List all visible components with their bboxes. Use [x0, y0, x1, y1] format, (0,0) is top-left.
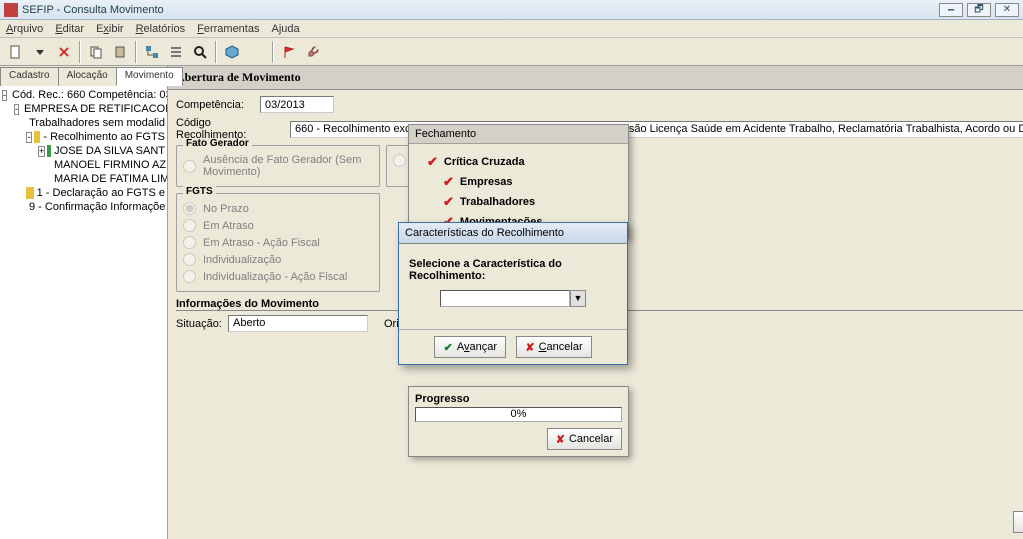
tab-cadastro[interactable]: Cadastro [0, 67, 59, 86]
fgts-em-atraso-radio [183, 219, 196, 232]
fato-opt2-radio [393, 154, 406, 167]
down-icon[interactable] [29, 41, 51, 63]
tree-expander[interactable]: - [14, 104, 19, 115]
progress-panel: Progresso 0% ✘Cancelar [408, 386, 629, 457]
tree-decl[interactable]: 1 - Declaração ao FGTS e [37, 187, 165, 199]
fgts-no-prazo-radio [183, 202, 196, 215]
delete-icon[interactable] [53, 41, 75, 63]
x-icon: ✘ [525, 341, 534, 354]
caracteristicas-dialog: Características do Recolhimento Selecion… [398, 222, 628, 365]
menu-editar[interactable]: Editar [55, 23, 84, 35]
menu-exibir[interactable]: Exibir [96, 23, 124, 35]
window-title: SEFIP - Consulta Movimento [22, 4, 935, 16]
fato-title: Fato Gerador [183, 138, 252, 149]
tab-alocacao[interactable]: Alocação [58, 67, 117, 86]
fgts-o2: Em Atraso [203, 220, 254, 232]
copy-icon[interactable] [85, 41, 107, 63]
fato-opt1-label: Ausência de Fato Gerador (Sem Movimento) [203, 154, 373, 178]
tree-rec-fgts[interactable]: - Recolhimento ao FGTS [43, 131, 165, 143]
check-icon: ✔ [444, 341, 453, 354]
app-icon [4, 3, 18, 17]
tree-trab-sem[interactable]: Trabalhadores sem modalid [29, 117, 165, 129]
tree-worker[interactable]: MANOEL FIRMINO AZ [54, 159, 166, 171]
dialog-title: Características do Recolhimento [399, 223, 627, 244]
fgts-o4: Individualização [203, 254, 281, 266]
menu-relatorios[interactable]: Relatórios [136, 23, 186, 35]
flag-icon[interactable] [278, 41, 300, 63]
dialog-prompt: Selecione a Característica do Recolhimen… [409, 258, 617, 282]
titlebar: SEFIP - Consulta Movimento 🗕 🗗 ✕ [0, 0, 1023, 20]
novo-button[interactable]: 🗋Novo [1013, 511, 1023, 533]
minimize-button[interactable]: 🗕 [939, 3, 963, 17]
tree-empresa[interactable]: EMPRESA DE RETIFICACOES [24, 103, 167, 115]
fgts-individ-radio [183, 253, 196, 266]
list-icon[interactable] [165, 41, 187, 63]
check-icon: ✔ [443, 174, 454, 190]
paste-icon[interactable] [109, 41, 131, 63]
fech-trab: Trabalhadores [460, 196, 535, 208]
caracteristica-select[interactable] [440, 290, 570, 307]
situacao-value: Aberto [228, 315, 368, 332]
sidebar: Cadastro Alocação Movimento -Cód. Rec.: … [0, 66, 168, 539]
progress-bar: 0% [415, 407, 622, 422]
menu-ajuda[interactable]: Ajuda [271, 23, 299, 35]
tree-expander[interactable]: - [26, 132, 32, 143]
tab-movimento[interactable]: Movimento [116, 67, 183, 86]
fech-critica: Crítica Cruzada [444, 156, 525, 168]
competencia-input[interactable] [260, 96, 334, 113]
fgts-title: FGTS [183, 186, 216, 197]
page-header: Abertura de Movimento [168, 66, 1023, 90]
tree-expander[interactable]: + [38, 146, 45, 157]
tree-icon[interactable] [141, 41, 163, 63]
competencia-label: Competência: [176, 99, 254, 111]
check-icon: ✔ [427, 154, 438, 170]
toolbar [0, 38, 1023, 66]
fgts-o5: Individualização - Ação Fiscal [203, 271, 347, 283]
tree-worker[interactable]: MARIA DE FATIMA LIM [54, 173, 167, 185]
fato-opt1-radio [183, 160, 196, 173]
fechamento-title: Fechamento [409, 125, 628, 144]
menu-ferramentas[interactable]: Ferramentas [197, 23, 259, 35]
wrench-icon[interactable] [302, 41, 324, 63]
new-icon[interactable] [5, 41, 27, 63]
check-icon: ✔ [443, 194, 454, 210]
maximize-button[interactable]: 🗗 [967, 3, 991, 17]
avancar-button[interactable]: ✔Avançar [434, 336, 506, 358]
group-icon [34, 131, 40, 143]
codigo-select[interactable]: 660 - Recolhimento exclusivo ao FGTS rel… [290, 121, 1023, 138]
progress-cancel-button[interactable]: ✘Cancelar [547, 428, 622, 450]
progress-title: Progresso [415, 393, 622, 405]
bookmark-icon [26, 187, 34, 199]
dropdown-icon[interactable]: ▼ [570, 290, 586, 307]
find-icon[interactable] [189, 41, 211, 63]
fgts-acao-fiscal-radio [183, 236, 196, 249]
situacao-label: Situação: [176, 318, 222, 330]
menu-arquivo[interactable]: AArquivorquivo [6, 23, 43, 35]
tree-expander[interactable]: - [2, 90, 7, 101]
person-icon [47, 145, 51, 157]
fgts-o3: Em Atraso - Ação Fiscal [203, 237, 320, 249]
fgts-o1: No Prazo [203, 203, 249, 215]
close-button[interactable]: ✕ [995, 3, 1019, 17]
menubar: AArquivorquivo Editar Exibir Relatórios … [0, 20, 1023, 38]
tree-worker[interactable]: JOSE DA SILVA SANT [54, 145, 165, 157]
cancelar-button[interactable]: ✘Cancelar [516, 336, 591, 358]
tree-root[interactable]: Cód. Rec.: 660 Competência: 03/2013 [12, 89, 167, 101]
cube-icon[interactable] [221, 41, 243, 63]
x-icon: ✘ [556, 433, 565, 446]
fgts-individ-af-radio [183, 270, 196, 283]
tree[interactable]: -Cód. Rec.: 660 Competência: 03/2013 -EM… [0, 86, 167, 539]
fech-empresas: Empresas [460, 176, 513, 188]
tree-conf[interactable]: 9 - Confirmação Informaçõe [29, 201, 165, 213]
